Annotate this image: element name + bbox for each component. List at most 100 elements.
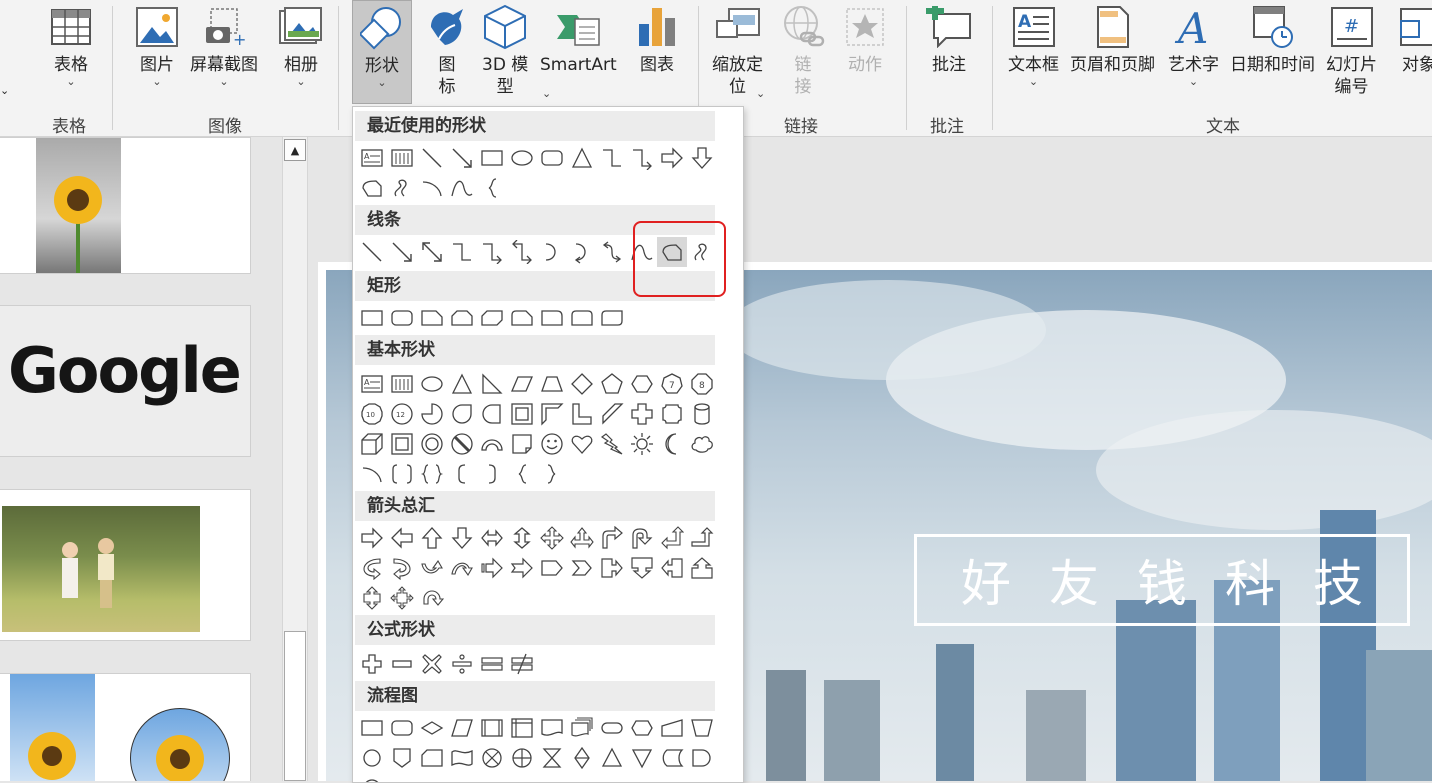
left-right-up-arrow-shape[interactable] <box>567 523 597 553</box>
donut-shape[interactable] <box>417 429 447 459</box>
circular-arrow-shape[interactable] <box>417 583 447 613</box>
folded-corner-shape[interactable] <box>507 429 537 459</box>
left-up-arrow-shape[interactable] <box>657 523 687 553</box>
round-single-corner-rectangle-shape[interactable] <box>537 303 567 333</box>
l-shape[interactable] <box>567 399 597 429</box>
flowchart-decision-shape[interactable] <box>417 713 447 743</box>
parallelogram-shape[interactable] <box>507 369 537 399</box>
smiley-face-shape[interactable] <box>537 429 567 459</box>
triangle-shape[interactable] <box>447 369 477 399</box>
arrow-line-shape[interactable] <box>447 143 477 173</box>
flowchart-terminator-shape[interactable] <box>597 713 627 743</box>
left-arrow-shape[interactable] <box>387 523 417 553</box>
up-arrow-callout-shape[interactable] <box>687 553 717 583</box>
curved-arrow-connector-shape[interactable] <box>567 237 597 267</box>
down-arrow-callout-shape[interactable] <box>627 553 657 583</box>
cube-shape[interactable] <box>357 429 387 459</box>
thumbnail-scrollbar[interactable]: ▲ <box>282 137 308 781</box>
minus-shape[interactable] <box>387 649 417 679</box>
chart-button[interactable]: 图表 <box>634 4 680 76</box>
curved-up-arrow-shape[interactable] <box>417 553 447 583</box>
flowchart-collate-shape[interactable] <box>537 743 567 773</box>
object-button[interactable]: 对象 <box>1396 4 1432 76</box>
flowchart-extract-shape[interactable] <box>597 743 627 773</box>
shapes-button[interactable]: 形状 ⌄ <box>352 0 412 104</box>
double-brace-shape[interactable] <box>417 459 447 489</box>
flowchart-sort-shape[interactable] <box>567 743 597 773</box>
elbow-double-arrow-connector-shape[interactable] <box>507 237 537 267</box>
slide-thumbnail[interactable] <box>0 673 251 781</box>
decagon-shape[interactable]: 10 <box>357 399 387 429</box>
scrollbar-thumb[interactable] <box>284 631 306 781</box>
oval-shape[interactable] <box>507 143 537 173</box>
frame-shape[interactable] <box>507 399 537 429</box>
rectangle-shape[interactable] <box>357 303 387 333</box>
snip-round-rectangle-shape[interactable] <box>507 303 537 333</box>
text-box-shape[interactable]: A <box>357 369 387 399</box>
arrow-line-shape[interactable] <box>387 237 417 267</box>
arc-shape[interactable] <box>357 459 387 489</box>
pentagon-arrow-shape[interactable] <box>537 553 567 583</box>
chord-shape[interactable] <box>477 399 507 429</box>
wordart-button[interactable]: A 艺术字 ⌄ <box>1168 4 1219 88</box>
elbow-connector-shape[interactable] <box>597 143 627 173</box>
curved-left-arrow-shape[interactable] <box>387 553 417 583</box>
chevron-shape[interactable] <box>567 553 597 583</box>
curve-shape[interactable] <box>447 173 477 203</box>
up-arrow-shape[interactable] <box>417 523 447 553</box>
can-shape[interactable] <box>687 399 717 429</box>
pentagon-shape[interactable] <box>597 369 627 399</box>
arc-shape[interactable] <box>417 173 447 203</box>
freeform-shape[interactable] <box>357 173 387 203</box>
curved-double-arrow-connector-shape[interactable] <box>597 237 627 267</box>
left-brace-shape[interactable] <box>477 173 507 203</box>
flowchart-manual-input-shape[interactable] <box>657 713 687 743</box>
left-arrow-callout-shape[interactable] <box>657 553 687 583</box>
elbow-arrow-connector-shape[interactable] <box>627 143 657 173</box>
flowchart-multidocument-shape[interactable] <box>567 713 597 743</box>
moon-shape[interactable] <box>657 429 687 459</box>
oval-shape[interactable] <box>417 369 447 399</box>
not-equal-shape[interactable] <box>507 649 537 679</box>
header-footer-button[interactable]: 页眉和页脚 <box>1070 4 1155 76</box>
slide-title-box[interactable]: 好友钱科技 <box>914 534 1410 626</box>
lightning-bolt-shape[interactable] <box>597 429 627 459</box>
striped-right-arrow-shape[interactable] <box>477 553 507 583</box>
quad-arrow-callout-shape[interactable] <box>387 583 417 613</box>
comment-button[interactable]: 批注 <box>926 4 972 76</box>
equal-shape[interactable] <box>477 649 507 679</box>
octagon-shape[interactable]: 8 <box>687 369 717 399</box>
curved-down-arrow-shape[interactable] <box>447 553 477 583</box>
photo-album-button[interactable]: 相册 ⌄ <box>278 4 324 88</box>
slide-thumbnail[interactable]: Google <box>0 305 251 457</box>
line-shape[interactable] <box>417 143 447 173</box>
flowchart-stored-data-shape[interactable] <box>657 743 687 773</box>
snip-same-side-rectangle-shape[interactable] <box>447 303 477 333</box>
flowchart-connector-shape[interactable] <box>357 743 387 773</box>
double-arrow-line-shape[interactable] <box>417 237 447 267</box>
action-button[interactable]: 动作 <box>842 4 888 76</box>
curved-right-arrow-shape[interactable] <box>357 553 387 583</box>
elbow-arrow-connector-shape[interactable] <box>477 237 507 267</box>
right-brace-shape[interactable] <box>537 459 567 489</box>
flowchart-internal-storage-shape[interactable] <box>507 713 537 743</box>
flowchart-off-page-connector-shape[interactable] <box>387 743 417 773</box>
flowchart-document-shape[interactable] <box>537 713 567 743</box>
bevel-shape[interactable] <box>387 429 417 459</box>
heart-shape[interactable] <box>567 429 597 459</box>
snip-single-corner-rectangle-shape[interactable] <box>417 303 447 333</box>
trapezoid-shape[interactable] <box>537 369 567 399</box>
zoom-button[interactable]: 缩放定 位 ⌄ <box>712 4 765 100</box>
flowchart-merge-shape[interactable] <box>627 743 657 773</box>
link-button[interactable]: 链 接 <box>780 4 826 98</box>
smartart-button[interactable]: SmartArt <box>540 4 617 76</box>
u-turn-arrow-shape[interactable] <box>627 523 657 553</box>
date-time-button[interactable]: 日期和时间 <box>1230 4 1315 76</box>
snip-diagonal-rectangle-shape[interactable] <box>477 303 507 333</box>
multiply-shape[interactable] <box>417 649 447 679</box>
right-bracket-shape[interactable] <box>477 459 507 489</box>
flowchart-process-shape[interactable] <box>357 713 387 743</box>
diagonal-stripe-shape[interactable] <box>597 399 627 429</box>
hexagon-shape[interactable] <box>627 369 657 399</box>
vertical-text-box-shape[interactable] <box>387 143 417 173</box>
